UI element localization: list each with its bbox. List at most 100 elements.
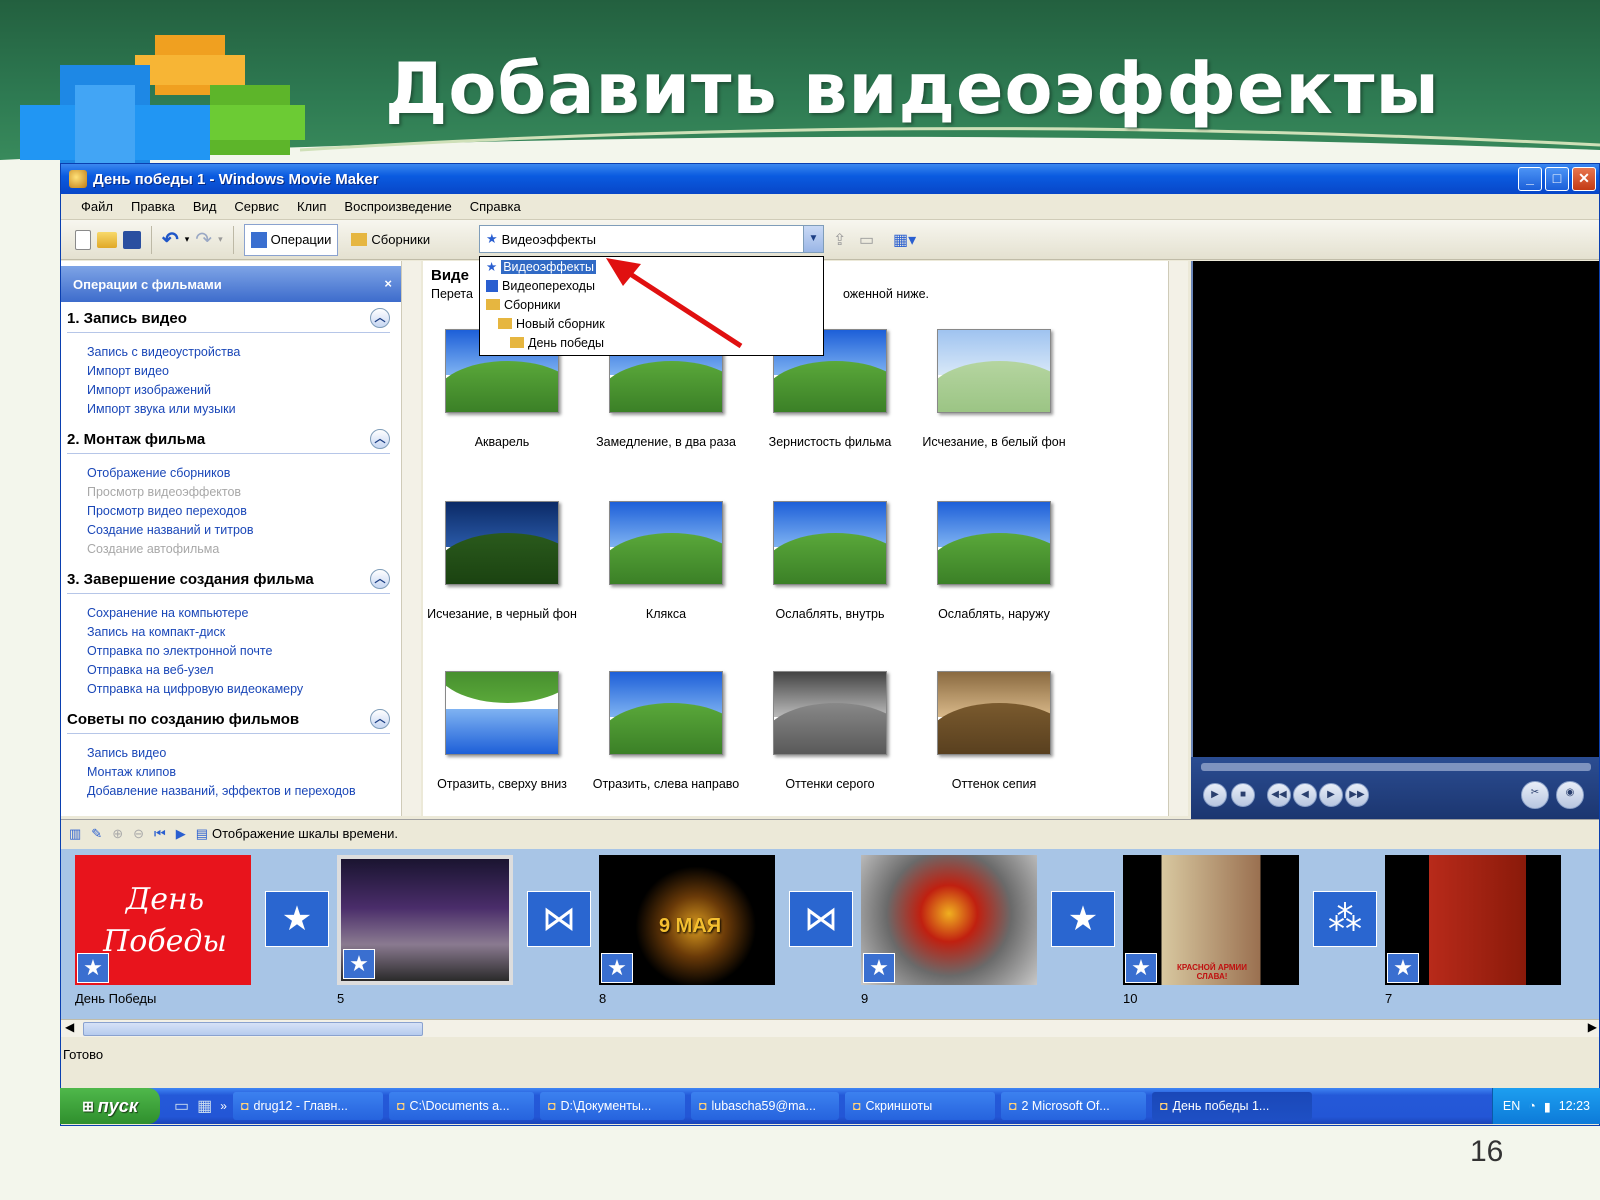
effect-thumbnail[interactable] xyxy=(773,671,887,755)
effect-thumbnail[interactable] xyxy=(445,671,559,755)
effect-thumbnail[interactable] xyxy=(609,501,723,585)
collapse-icon[interactable]: ︿ xyxy=(370,429,390,449)
start-button[interactable]: ⊞ пуск xyxy=(60,1088,160,1124)
transition-slot[interactable]: ★ xyxy=(1051,891,1115,947)
menu-file[interactable]: Файл xyxy=(81,199,113,214)
scroll-thumb[interactable] xyxy=(83,1022,423,1036)
next-frame-icon[interactable]: ▶ xyxy=(1319,783,1343,807)
task-link[interactable]: Запись видео xyxy=(87,744,390,763)
new-project-icon[interactable] xyxy=(75,229,91,250)
task-link[interactable]: Запись на компакт-диск xyxy=(87,623,390,642)
forward-icon[interactable]: ▶▶ xyxy=(1345,783,1369,807)
menu-view[interactable]: Вид xyxy=(193,199,217,214)
new-folder-icon[interactable]: ▭ xyxy=(859,230,874,250)
collapse-icon[interactable]: ︿ xyxy=(370,709,390,729)
storyboard-scrollbar[interactable]: ◀ ▶ xyxy=(61,1019,1599,1037)
tasks-section-title[interactable]: 2. Монтаж фильма ︿ xyxy=(67,429,390,454)
task-link[interactable]: Отправка по электронной почте xyxy=(87,642,390,661)
transition-slot[interactable]: ⁂ xyxy=(1313,891,1377,947)
close-button[interactable]: ✕ xyxy=(1572,167,1596,191)
storyboard-clip[interactable]: КРАСНОЙ АРМИИ СЛАВА! ★ xyxy=(1123,855,1299,985)
prev-frame-icon[interactable]: ◀ xyxy=(1293,783,1317,807)
menu-play[interactable]: Воспроизведение xyxy=(344,199,451,214)
task-link[interactable]: Импорт звука или музыки xyxy=(87,400,390,419)
storyboard-clip[interactable]: ★ xyxy=(337,855,513,985)
split-icon[interactable]: ✂ xyxy=(1521,781,1549,809)
views-icon[interactable]: ▦▾ xyxy=(893,230,916,250)
transition-slot[interactable]: ★ xyxy=(265,891,329,947)
zoom-out-icon[interactable]: ⊖ xyxy=(133,826,144,842)
effect-thumbnail[interactable] xyxy=(937,671,1051,755)
maximize-button[interactable]: □ xyxy=(1545,167,1569,191)
open-project-icon[interactable] xyxy=(97,231,117,248)
task-link[interactable]: Добавление названий, эффектов и переходо… xyxy=(87,782,390,801)
collection-dropdown[interactable]: ★ Видеоэффекты ▼ xyxy=(479,225,824,253)
redo-icon[interactable]: ↷ xyxy=(195,227,212,252)
effect-thumbnail[interactable] xyxy=(609,671,723,755)
transition-slot[interactable]: ⋈ xyxy=(789,891,853,947)
taskbar-task[interactable]: ◘ День победы 1... xyxy=(1151,1092,1312,1120)
rewind-storyboard-icon[interactable]: ⏮ xyxy=(154,826,166,842)
menu-tools[interactable]: Сервис xyxy=(234,199,279,214)
storyboard-clip[interactable]: 9 МАЯ ★ xyxy=(599,855,775,985)
taskbar-task[interactable]: ◘ drug12 - Главн... xyxy=(232,1092,383,1120)
language-indicator[interactable]: EN xyxy=(1503,1099,1520,1113)
storyboard-clip[interactable]: День Победы ★ xyxy=(75,855,251,985)
snapshot-icon[interactable]: ◉ xyxy=(1556,781,1584,809)
task-link[interactable]: Импорт изображений xyxy=(87,381,390,400)
play-storyboard-icon[interactable]: ▶ xyxy=(176,826,186,842)
quick-launch-desktop-icon[interactable]: ▭ xyxy=(174,1096,189,1116)
collapse-icon[interactable]: ︿ xyxy=(370,569,390,589)
gallery-scrollbar[interactable] xyxy=(1168,261,1188,816)
minimize-button[interactable]: _ xyxy=(1518,167,1542,191)
tasks-section-title[interactable]: 3. Завершение создания фильма ︿ xyxy=(67,569,390,594)
task-link[interactable]: Создание названий и титров xyxy=(87,521,390,540)
tasks-section-title[interactable]: Советы по созданию фильмов ︿ xyxy=(67,709,390,734)
zoom-in-icon[interactable]: ⊕ xyxy=(112,826,123,842)
scroll-left-icon[interactable]: ◀ xyxy=(65,1020,74,1034)
taskbar-task[interactable]: ◘ Скриншоты xyxy=(844,1092,995,1120)
task-link[interactable]: Отправка на веб-узел xyxy=(87,661,390,680)
collections-button[interactable]: Сборники xyxy=(344,224,437,256)
task-link[interactable]: Отображение сборников xyxy=(87,464,390,483)
task-link[interactable]: Импорт видео xyxy=(87,362,390,381)
stop-icon[interactable]: ■ xyxy=(1231,783,1255,807)
quick-launch-explorer-icon[interactable]: ▦ xyxy=(197,1096,212,1116)
taskbar-task[interactable]: ◘ D:\Документы... xyxy=(539,1092,685,1120)
seek-bar[interactable] xyxy=(1201,763,1591,771)
collapse-icon[interactable]: ︿ xyxy=(370,308,390,328)
undo-dropdown-icon[interactable]: ▾ xyxy=(185,234,190,245)
timeline-toggle-button[interactable]: ▤ Отображение шкалы времени. xyxy=(196,826,398,842)
task-link[interactable]: Сохранение на компьютере xyxy=(87,604,390,623)
effect-thumbnail[interactable] xyxy=(445,501,559,585)
rewind-icon[interactable]: ◀◀ xyxy=(1267,783,1291,807)
quick-launch-more-icon[interactable]: » xyxy=(220,1099,227,1113)
play-icon[interactable]: ▶ xyxy=(1203,783,1227,807)
storyboard-clip[interactable]: ★ xyxy=(1385,855,1561,985)
taskbar-task[interactable]: ◘ C:\Documents a... xyxy=(388,1092,534,1120)
effect-thumbnail[interactable] xyxy=(937,329,1051,413)
effect-thumbnail[interactable] xyxy=(937,501,1051,585)
menu-edit[interactable]: Правка xyxy=(131,199,175,214)
effect-thumbnail[interactable] xyxy=(773,501,887,585)
transition-slot[interactable]: ⋈ xyxy=(527,891,591,947)
menu-help[interactable]: Справка xyxy=(470,199,521,214)
menu-clip[interactable]: Клип xyxy=(297,199,326,214)
redo-dropdown-icon[interactable]: ▾ xyxy=(218,234,223,245)
operations-button[interactable]: Операции xyxy=(243,223,339,256)
window-titlebar[interactable]: День победы 1 - Windows Movie Maker _ □ … xyxy=(61,164,1599,194)
save-project-icon[interactable] xyxy=(123,230,141,249)
storyboard-clip[interactable]: ★ xyxy=(861,855,1037,985)
close-pane-icon[interactable]: × xyxy=(384,276,392,291)
taskbar-task[interactable]: ◘ 2 Microsoft Of... xyxy=(1000,1092,1146,1120)
task-link[interactable]: Просмотр видео переходов xyxy=(87,502,390,521)
task-link[interactable]: Запись с видеоустройства xyxy=(87,343,390,362)
volume-icon[interactable]: ◔ xyxy=(1528,1099,1536,1113)
audio-levels-icon[interactable]: ✎ xyxy=(91,826,102,842)
taskbar-task[interactable]: ◘ lubascha59@ma... xyxy=(690,1092,839,1120)
undo-icon[interactable]: ↶ xyxy=(162,227,179,252)
narrate-icon[interactable]: ▥ xyxy=(69,826,81,842)
move-up-icon[interactable]: ⇪ xyxy=(833,230,846,250)
scroll-right-icon[interactable]: ▶ xyxy=(1588,1020,1597,1034)
task-link[interactable]: Отправка на цифровую видеокамеру xyxy=(87,680,390,699)
